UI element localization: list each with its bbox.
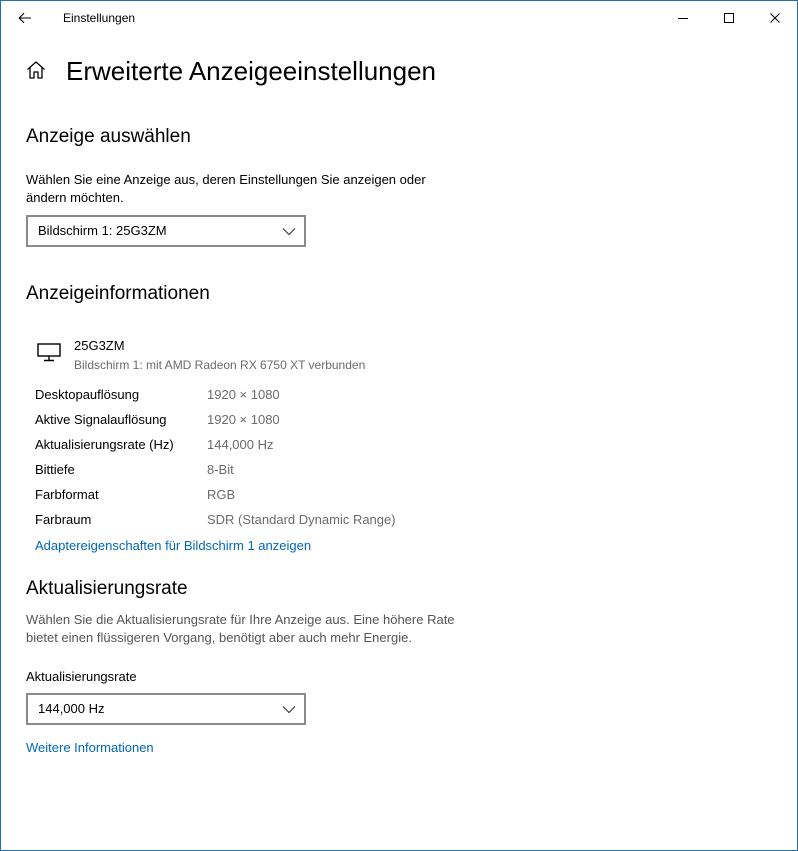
info-label: Bittiefe	[35, 462, 75, 477]
monitor-subtitle: Bildschirm 1: mit AMD Radeon RX 6750 XT …	[74, 358, 366, 372]
refresh-rate-heading: Aktualisierungsrate	[26, 578, 188, 599]
home-icon	[27, 61, 45, 79]
info-row-refresh-rate: Aktualisierungsrate (Hz) 144,000 Hz	[35, 437, 535, 462]
info-value: 8-Bit	[207, 462, 234, 477]
close-button[interactable]	[752, 1, 798, 35]
minimize-button[interactable]	[660, 1, 706, 35]
info-value: 1920 × 1080	[207, 412, 280, 427]
close-icon	[770, 13, 780, 23]
info-row-desktop-resolution: Desktopauflösung 1920 × 1080	[35, 387, 535, 412]
back-arrow-icon	[18, 12, 31, 24]
app-title: Einstellungen	[63, 11, 136, 25]
select-display-description: Wählen Sie eine Anzeige aus, deren Einst…	[26, 172, 426, 205]
display-select-dropdown[interactable]: Bildschirm 1: 25G3ZM	[26, 215, 306, 247]
settings-window: Einstellungen Erweiterte Anzeigeeinstell…	[0, 0, 798, 851]
chevron-down-icon	[282, 706, 296, 714]
select-display-heading: Anzeige auswählen	[26, 126, 191, 147]
back-button[interactable]	[7, 3, 43, 33]
info-row-color-format: Farbformat RGB	[35, 487, 535, 512]
refresh-rate-value: 144,000 Hz	[38, 701, 105, 716]
info-value: 1920 × 1080	[207, 387, 280, 402]
info-value: SDR (Standard Dynamic Range)	[207, 512, 396, 527]
minimize-icon	[678, 18, 688, 19]
info-label: Desktopauflösung	[35, 387, 140, 402]
refresh-rate-description: Wählen Sie die Aktualisierungsrate für I…	[26, 612, 455, 645]
info-value: RGB	[207, 487, 236, 502]
refresh-rate-field-label: Aktualisierungsrate	[26, 669, 137, 684]
display-info-table: Desktopauflösung 1920 × 1080 Aktive Sign…	[35, 387, 535, 537]
maximize-button[interactable]	[706, 1, 752, 35]
info-row-active-signal-resolution: Aktive Signalauflösung 1920 × 1080	[35, 412, 535, 437]
info-label: Aktualisierungsrate (Hz)	[35, 437, 174, 452]
adapter-properties-link[interactable]: Adaptereigenschaften für Bildschirm 1 an…	[35, 538, 311, 553]
info-label: Farbformat	[35, 487, 99, 502]
refresh-rate-dropdown[interactable]: 144,000 Hz	[26, 693, 306, 725]
page-header: Erweiterte Anzeigeeinstellungen	[25, 56, 436, 86]
info-label: Farbraum	[35, 512, 92, 527]
maximize-icon	[724, 13, 734, 23]
info-label: Aktive Signalauflösung	[35, 412, 167, 427]
monitor-name: 25G3ZM	[74, 338, 125, 353]
chevron-down-icon	[282, 228, 296, 236]
more-info-link[interactable]: Weitere Informationen	[26, 740, 154, 755]
display-select-value: Bildschirm 1: 25G3ZM	[38, 223, 167, 238]
home-button[interactable]	[25, 59, 47, 81]
display-info-heading: Anzeigeinformationen	[26, 283, 210, 304]
info-value: 144,000 Hz	[207, 437, 274, 452]
page-title: Erweiterte Anzeigeeinstellungen	[66, 56, 437, 86]
info-row-bit-depth: Bittiefe 8-Bit	[35, 462, 535, 487]
title-bar: Einstellungen	[1, 1, 797, 35]
monitor-icon	[37, 343, 61, 362]
info-row-color-space: Farbraum SDR (Standard Dynamic Range)	[35, 512, 535, 537]
